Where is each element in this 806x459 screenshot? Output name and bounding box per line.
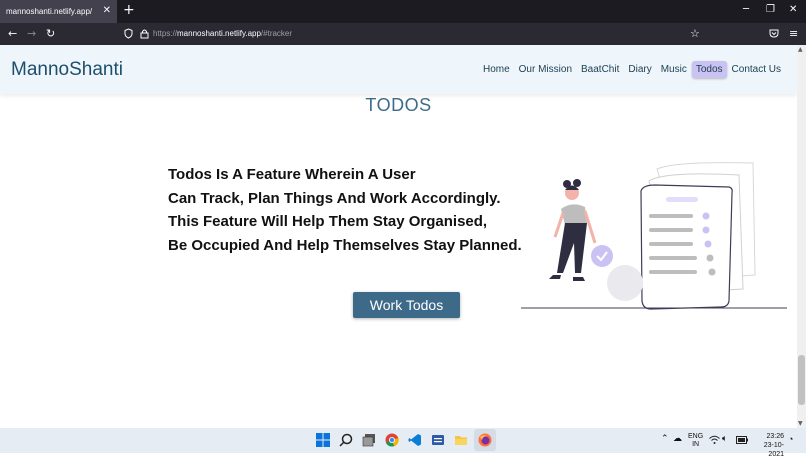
section-title: TODOS <box>365 95 432 115</box>
close-tab-icon[interactable]: ✕ <box>103 5 111 16</box>
clock-date: 23-10-2021 <box>763 442 784 458</box>
browser-tab-bar: mannoshanti.netlify.app/ ✕ + ─ ❐ ✕ <box>0 0 806 23</box>
battery-icon[interactable] <box>736 436 748 444</box>
tab-title: mannoshanti.netlify.app/ <box>6 7 93 16</box>
task-view-icon[interactable] <box>362 433 376 447</box>
work-todos-button[interactable]: Work Todos <box>353 292 460 318</box>
site-brand[interactable]: MannoShanti <box>11 59 123 81</box>
description-line: This Feature Will Help Them Stay Organis… <box>168 213 488 230</box>
site-header: MannoShanti Home Our Mission BaatChit Di… <box>0 45 797 94</box>
nav-baatchit[interactable]: BaatChit <box>577 61 623 78</box>
nav-home[interactable]: Home <box>479 61 514 78</box>
close-window-icon[interactable]: ✕ <box>789 4 797 15</box>
language-indicator[interactable]: ENG IN <box>688 433 703 449</box>
clock-time: 23:26 <box>766 433 784 440</box>
browser-tab[interactable]: mannoshanti.netlify.app/ ✕ <box>0 0 117 23</box>
todo-checklist-illustration <box>521 162 787 310</box>
chrome-icon[interactable] <box>385 433 399 447</box>
new-tab-icon[interactable]: + <box>123 2 135 18</box>
app-icon[interactable] <box>431 433 445 447</box>
wifi-icon[interactable] <box>709 435 720 445</box>
search-icon[interactable] <box>339 433 353 447</box>
description-line: Can Track, Plan Things And Work Accordin… <box>168 189 501 207</box>
reload-icon[interactable]: ↻ <box>46 27 55 40</box>
scroll-down-icon[interactable]: ▼ <box>798 420 803 427</box>
forward-icon[interactable]: → <box>27 27 36 40</box>
lock-icon[interactable] <box>140 28 149 39</box>
browser-toolbar: ← → ↻ https://mannoshanti.netlify.app/#t… <box>0 23 806 45</box>
firefox-icon[interactable] <box>478 433 492 447</box>
speaker-icon[interactable]: 🔈︎ <box>722 433 727 444</box>
page-scrollbar[interactable]: ▲ ▼ <box>797 45 806 428</box>
nav-music[interactable]: Music <box>657 61 691 78</box>
description-line: Todos Is A Feature Wherein A User <box>168 166 416 183</box>
back-icon[interactable]: ← <box>8 27 17 40</box>
vscode-icon[interactable] <box>408 433 422 447</box>
language-code: ENG <box>688 433 704 440</box>
address-bar[interactable]: https://mannoshanti.netlify.app/#tracker <box>153 29 292 38</box>
restore-icon[interactable]: ❐ <box>766 4 775 15</box>
bookmark-star-icon[interactable]: ☆ <box>690 27 700 40</box>
os-taskbar: ⌃ ☁ ENG IN 🔈︎ 23:26 23-10-2021 ◔ <box>0 428 806 458</box>
region-code: IN <box>692 441 700 448</box>
page-viewport: MannoShanti Home Our Mission BaatChit Di… <box>0 45 797 428</box>
clock[interactable]: 23:26 23-10-2021 <box>754 432 784 459</box>
url-host: mannoshanti.netlify.app <box>177 29 261 38</box>
tray-chevron-icon[interactable]: ⌃ <box>661 433 669 444</box>
cloud-icon[interactable]: ☁ <box>673 433 682 444</box>
nav-diary[interactable]: Diary <box>624 61 655 78</box>
scrollbar-thumb[interactable] <box>798 355 805 405</box>
url-prefix: https:// <box>153 29 178 38</box>
windows-start-icon[interactable] <box>316 433 330 447</box>
notification-icon[interactable]: ◔ <box>788 434 793 444</box>
nav-todos[interactable]: Todos <box>691 61 727 78</box>
menu-icon[interactable]: ≡ <box>789 27 798 40</box>
file-explorer-icon[interactable] <box>454 433 468 447</box>
scroll-up-icon[interactable]: ▲ <box>798 46 803 53</box>
url-path: /#tracker <box>260 29 293 38</box>
site-nav: Home Our Mission BaatChit Diary Music To… <box>478 61 785 78</box>
nav-contact-us[interactable]: Contact Us <box>728 61 785 78</box>
minimize-icon[interactable]: ─ <box>743 4 749 15</box>
shield-icon[interactable] <box>124 28 133 39</box>
nav-our-mission[interactable]: Our Mission <box>515 61 576 78</box>
section-description: Todos Is A Feature Wherein A User Can Tr… <box>168 163 568 257</box>
description-line: Be Occupied And Help Themselves Stay Pla… <box>168 236 522 254</box>
pocket-icon[interactable] <box>769 29 779 38</box>
